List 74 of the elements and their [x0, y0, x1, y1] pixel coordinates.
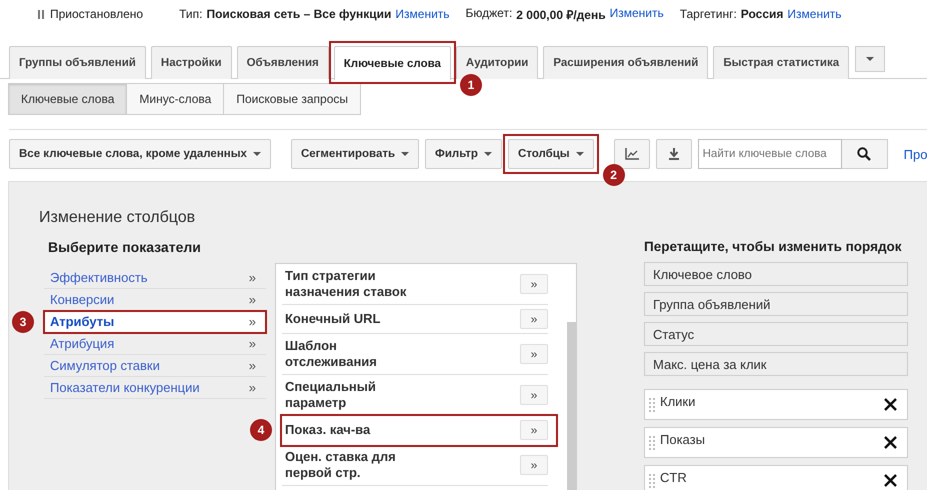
- status-label: Таргетинг:: [680, 7, 737, 21]
- caret-icon: [252, 152, 261, 156]
- search-field[interactable]: Найти ключевые слова: [698, 139, 842, 169]
- metric-row: Оцен. ставка для первой стр. »: [282, 445, 548, 486]
- campaign-status: Приостановлено: [50, 7, 144, 21]
- subtab[interactable]: Ключевые слова: [8, 83, 128, 115]
- add-metric-button[interactable]: »: [520, 344, 548, 364]
- add-metric-button[interactable]: »: [520, 274, 548, 294]
- tab[interactable]: Расширения объявлений: [543, 46, 708, 79]
- toolbar-dropdown[interactable]: Сегментировать: [290, 139, 420, 169]
- caret-icon: [866, 57, 874, 61]
- column-chip: Статус: [644, 322, 908, 346]
- edit-link[interactable]: Изменить: [787, 7, 842, 21]
- metric-row: Конечный URL »: [282, 305, 548, 334]
- category-item[interactable]: Атрибуты »: [44, 311, 266, 333]
- tab[interactable]: Настройки: [150, 46, 232, 79]
- column-chip: Группа объявлений: [644, 292, 908, 316]
- tab[interactable]: Аудитории: [456, 46, 538, 79]
- caret-icon: [484, 152, 492, 156]
- search-icon: [857, 147, 872, 161]
- tab[interactable]: Группы объявлений: [9, 46, 146, 79]
- tab[interactable]: Объявления: [236, 46, 329, 79]
- status-value: 2 000,00 ₽/день: [516, 6, 606, 22]
- section-heading: Перетащите, чтобы изменить порядок: [644, 239, 903, 254]
- drag-handle-icon[interactable]: [649, 398, 655, 412]
- download-button[interactable]: [656, 139, 692, 169]
- column-chip[interactable]: Клики: [644, 389, 908, 420]
- tab[interactable]: Ключевые слова: [334, 46, 451, 80]
- category-item[interactable]: Симулятор ставки »: [44, 355, 266, 377]
- status-label: Тип:: [179, 7, 202, 21]
- view-filter-dropdown[interactable]: Все ключевые слова, кроме удаленных: [9, 139, 271, 169]
- scrollbar[interactable]: [567, 322, 576, 490]
- section-heading: Выберите показатели: [48, 239, 202, 255]
- category-item[interactable]: Показатели конкуренции »: [44, 377, 266, 399]
- close-icon[interactable]: [884, 436, 897, 449]
- metric-row: Шаблон отслеживания »: [282, 334, 548, 375]
- toolbar-dropdown[interactable]: Столбцы: [508, 139, 594, 169]
- subtab[interactable]: Поисковые запросы: [223, 83, 362, 115]
- category-item[interactable]: Эффективность »: [44, 267, 266, 289]
- download-icon: [668, 148, 680, 160]
- close-icon[interactable]: [884, 474, 897, 487]
- edit-link[interactable]: Изменить: [395, 7, 450, 21]
- callout-badge: 1: [460, 74, 482, 96]
- column-chip[interactable]: Показы: [644, 427, 908, 458]
- search-button[interactable]: [842, 139, 888, 169]
- toolbar-dropdown[interactable]: Фильтр: [425, 139, 502, 169]
- close-icon[interactable]: [884, 398, 897, 411]
- add-metric-button[interactable]: »: [520, 455, 548, 475]
- metric-row: Тип стратегии назначения ставок »: [282, 264, 548, 305]
- column-chip: Ключевое слово: [644, 262, 908, 286]
- add-metric-button[interactable]: »: [520, 385, 548, 405]
- chart-button[interactable]: [614, 139, 650, 169]
- metric-row: Специальный параметр »: [282, 375, 548, 416]
- status-label: Бюджет:: [466, 6, 512, 22]
- add-metric-button[interactable]: »: [520, 309, 548, 329]
- pause-icon: [38, 10, 44, 18]
- category-item[interactable]: Атрибуция »: [44, 333, 266, 355]
- drag-handle-icon[interactable]: [649, 436, 655, 450]
- status-value: Поисковая сеть – Все функции: [206, 7, 392, 21]
- caret-icon: [401, 152, 410, 156]
- drag-handle-icon[interactable]: [649, 474, 655, 488]
- status-value: Россия: [740, 7, 784, 21]
- toolbar-link[interactable]: Про: [904, 146, 927, 162]
- caret-icon: [576, 152, 584, 156]
- subtab[interactable]: Минус-слова: [126, 83, 224, 115]
- line-chart-icon: [624, 148, 639, 160]
- column-chip[interactable]: CTR: [644, 465, 908, 490]
- callout-badge: 4: [250, 419, 272, 441]
- edit-link[interactable]: Изменить: [610, 6, 664, 22]
- column-chip: Макс. цена за клик: [644, 352, 908, 376]
- panel-title: Изменение столбцов: [39, 209, 196, 227]
- add-metric-button[interactable]: »: [520, 420, 548, 440]
- callout-badge: 3: [12, 311, 34, 333]
- tab[interactable]: Быстрая статистика: [713, 46, 850, 79]
